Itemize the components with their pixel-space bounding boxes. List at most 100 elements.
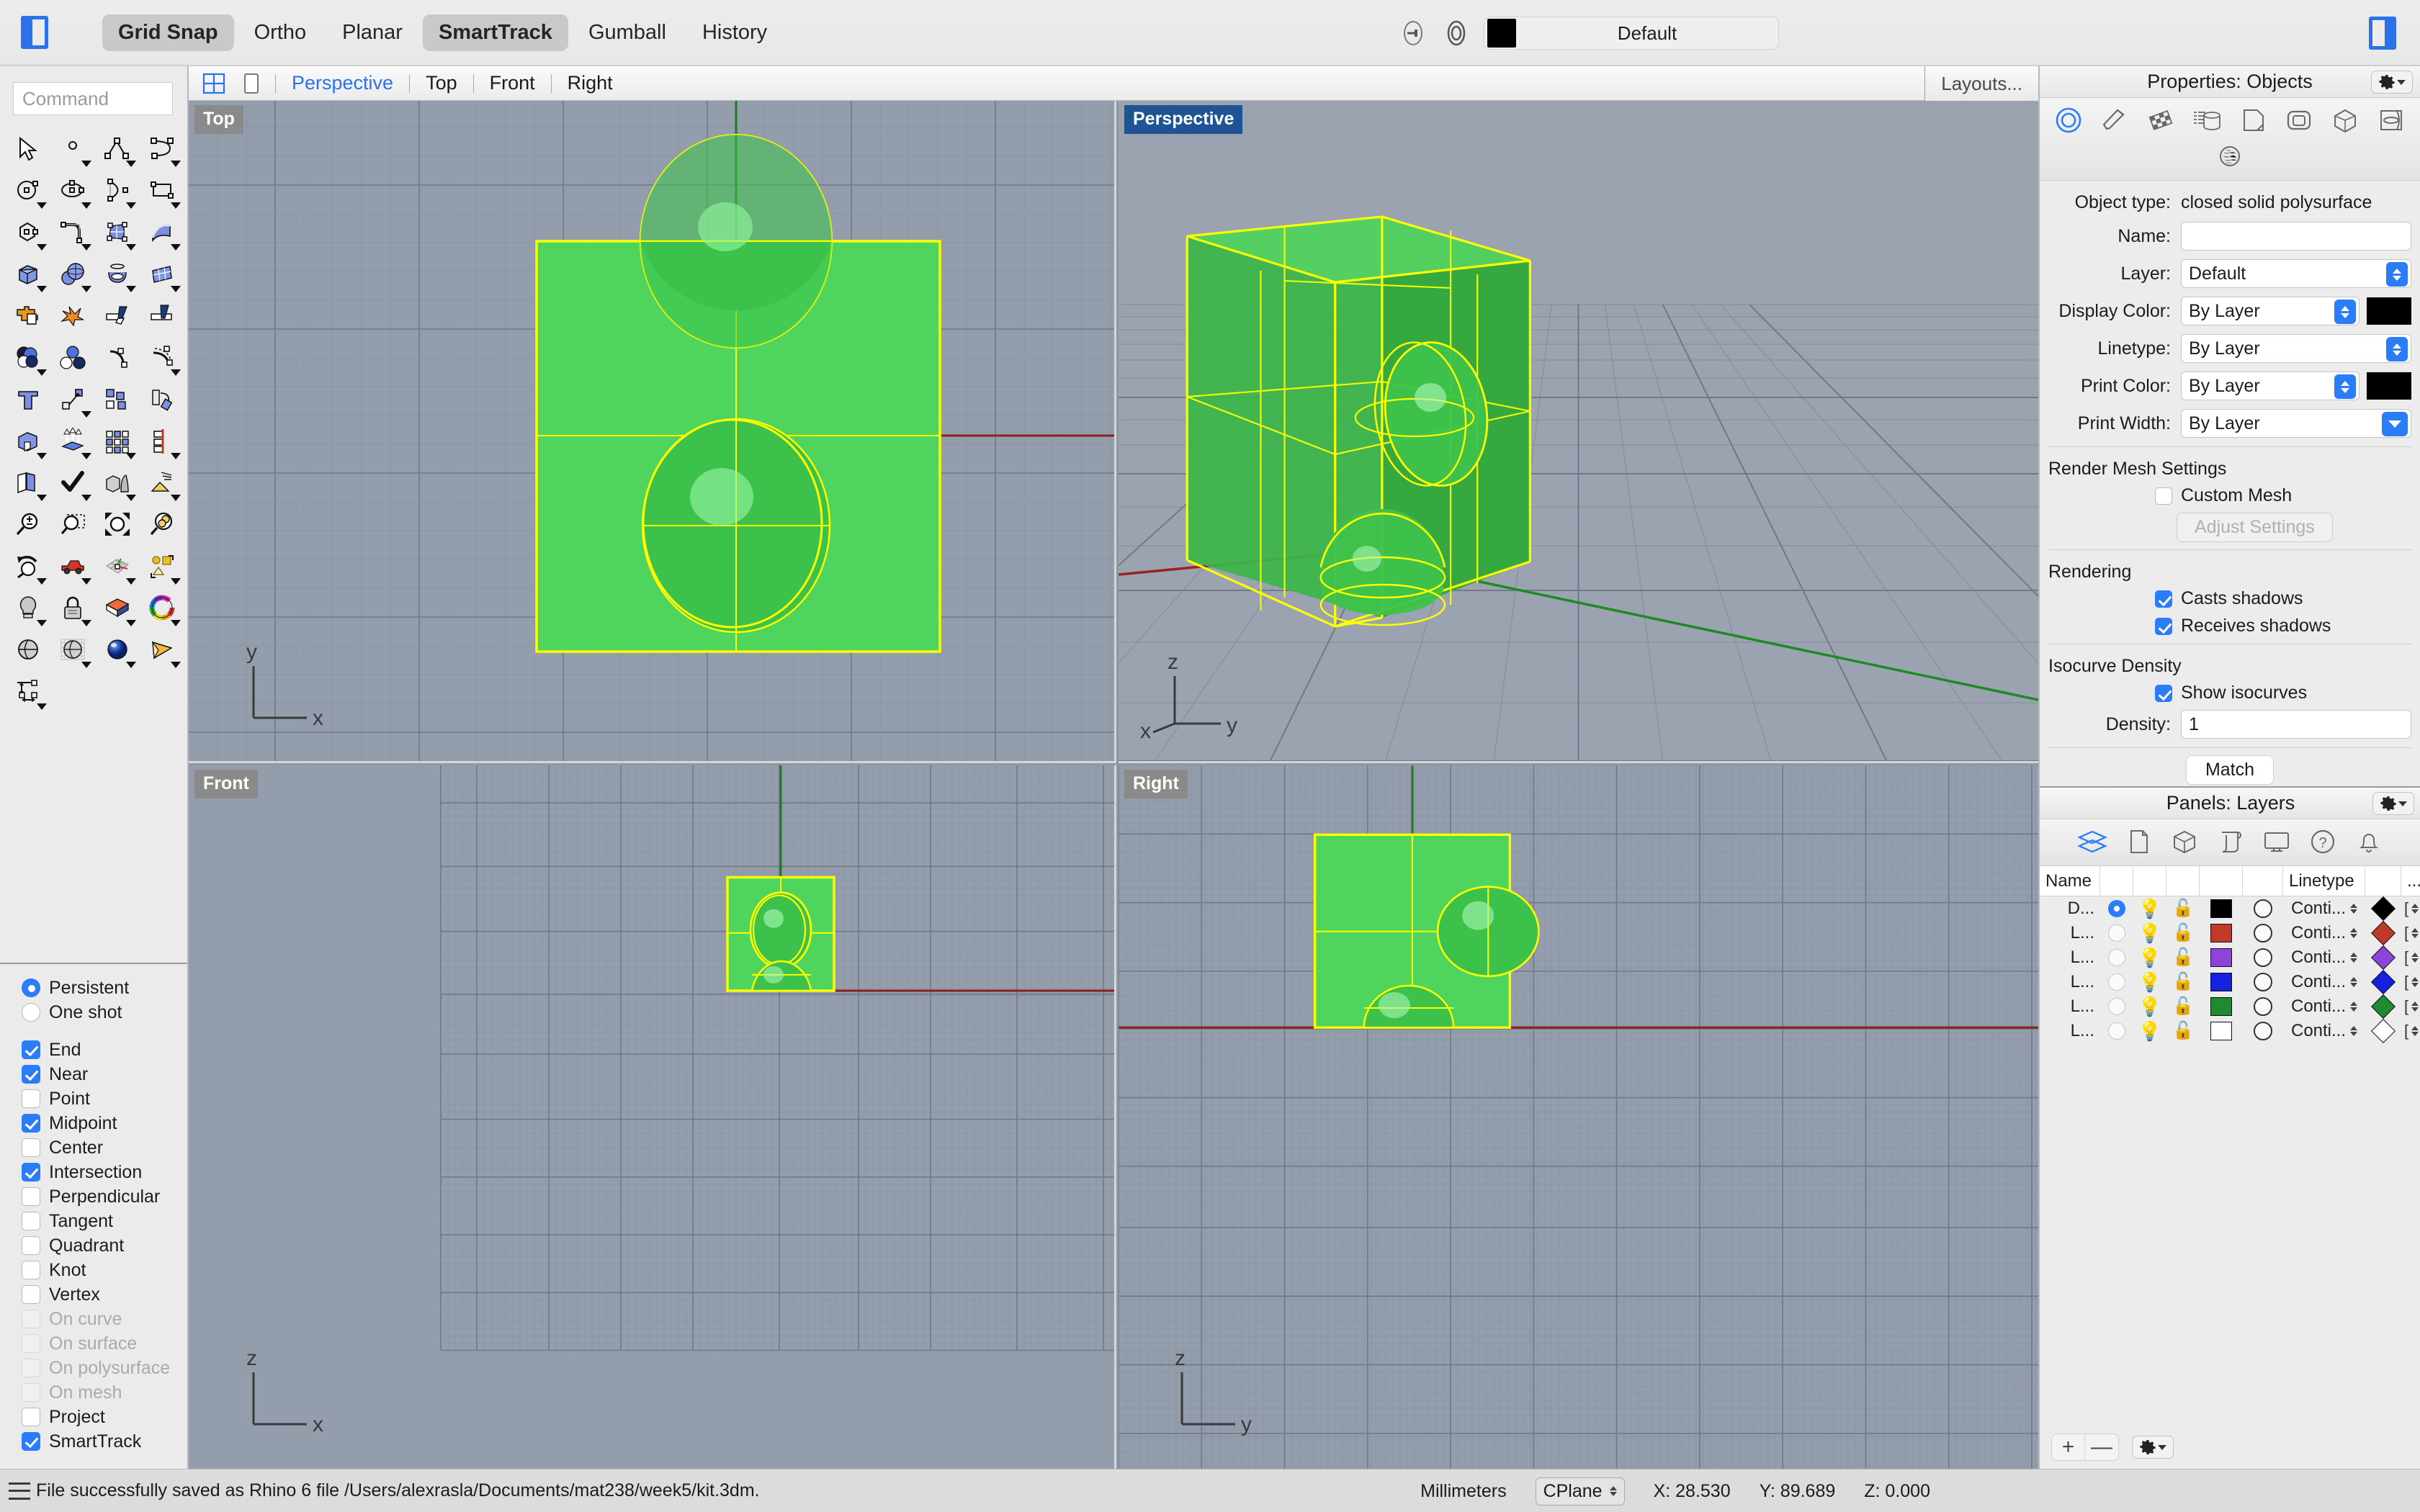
toggle-planar[interactable]: Planar <box>326 14 418 51</box>
viewport-perspective[interactable]: Perspective z x y <box>1119 101 2038 763</box>
render-color-icon[interactable] <box>97 588 138 629</box>
scroll-icon[interactable] <box>2214 825 2247 858</box>
table-row[interactable]: L... 💡 🔓 Conti... [ <box>2040 1019 2420 1043</box>
layer-print-color-swatch[interactable] <box>2371 921 2396 945</box>
right-panel-toggle-button[interactable] <box>2364 14 2401 52</box>
zoom-inout-icon[interactable] <box>7 504 49 546</box>
column-name[interactable]: Name <box>2040 866 2100 896</box>
move-icon[interactable] <box>52 379 94 420</box>
osnap-end[interactable]: End <box>22 1038 187 1062</box>
show-isocurves-row[interactable]: Show isocurves <box>2040 683 2420 703</box>
four-view-icon[interactable] <box>202 71 226 96</box>
light-bulb-icon[interactable] <box>7 588 49 629</box>
viewport-right-label[interactable]: Right <box>1124 770 1188 798</box>
table-row[interactable]: L... 💡 🔓 Conti... [ <box>2040 945 2420 970</box>
linetype-stepper-icon[interactable] <box>2386 337 2408 361</box>
display-list-icon[interactable] <box>2190 104 2223 137</box>
layer-current-radio[interactable] <box>2108 900 2125 917</box>
osnap-perpendicular[interactable]: Perpendicular <box>22 1184 187 1209</box>
layer-color-swatch[interactable] <box>2210 973 2232 991</box>
column-current[interactable] <box>2100 866 2133 896</box>
layer-material-icon[interactable] <box>2254 924 2272 942</box>
layer-lock-icon[interactable] <box>1440 17 1472 49</box>
display-color-stepper-icon[interactable] <box>2334 300 2356 324</box>
lightbulb-icon[interactable]: 💡 <box>2138 924 2161 942</box>
column-linetype[interactable]: Linetype <box>2283 866 2365 896</box>
cplane-grid-icon[interactable] <box>97 546 138 588</box>
extrude-surface-icon[interactable] <box>141 212 183 253</box>
table-row[interactable]: L... 💡 🔓 Conti... [ <box>2040 970 2420 994</box>
layer-material-icon[interactable] <box>2254 973 2272 991</box>
column-more[interactable]: ... <box>2401 866 2420 896</box>
checkmark-icon[interactable] <box>52 462 94 504</box>
layers-stack-icon[interactable] <box>7 462 49 504</box>
linetype-stepper-icon[interactable] <box>2350 953 2358 963</box>
pyramid-pick-icon[interactable] <box>141 462 183 504</box>
color-wheel-icon[interactable] <box>141 588 183 629</box>
column-material[interactable] <box>2243 866 2283 896</box>
linetype-stepper-icon[interactable] <box>2350 928 2358 938</box>
lightbulb-icon[interactable]: 💡 <box>2138 948 2161 967</box>
copy-icon[interactable] <box>97 379 138 420</box>
camera-icon[interactable] <box>141 629 183 671</box>
table-row[interactable]: D... 💡 🔓 Conti... [ <box>2040 896 2420 921</box>
page-icon[interactable] <box>2236 104 2269 137</box>
toggle-grid-snap[interactable]: Grid Snap <box>102 14 234 51</box>
toggle-ortho[interactable]: Ortho <box>238 14 323 51</box>
layer-color-swatch[interactable] <box>2210 1022 2232 1040</box>
osnap-mode-persistent[interactable]: Persistent <box>22 976 187 1000</box>
fillet-curve-icon[interactable] <box>52 212 94 253</box>
toggle-gumball[interactable]: Gumball <box>573 14 682 51</box>
table-row[interactable]: L... 💡 🔓 Conti... [ <box>2040 994 2420 1019</box>
layer-print-color-swatch[interactable] <box>2371 896 2396 921</box>
layer-color-swatch[interactable] <box>2210 948 2232 967</box>
mesh-primitives-icon[interactable] <box>97 462 138 504</box>
trim-icon[interactable] <box>141 295 183 337</box>
toggle-smarttrack[interactable]: SmartTrack <box>422 14 568 51</box>
table-row[interactable]: L... 💡 🔓 Conti... [ <box>2040 921 2420 945</box>
boolean-union-icon[interactable] <box>7 295 49 337</box>
material-icon[interactable] <box>2098 104 2131 137</box>
viewport-top-label[interactable]: Top <box>194 105 243 134</box>
shaded-view-icon[interactable] <box>7 629 49 671</box>
mirror-icon[interactable] <box>141 420 183 462</box>
print-color-swatch[interactable] <box>2367 372 2411 400</box>
print-width-select[interactable]: By Layer <box>2181 409 2411 438</box>
layers-options-button[interactable] <box>2132 1436 2174 1459</box>
layer-print-color-swatch[interactable] <box>2371 994 2396 1019</box>
adjust-settings-button[interactable]: Adjust Settings <box>2177 513 2333 542</box>
layer-current-radio[interactable] <box>2108 949 2125 966</box>
layer-stepper-icon[interactable] <box>2386 262 2408 287</box>
osnap-vertex[interactable]: Vertex <box>22 1282 187 1307</box>
unlock-icon[interactable]: 🔓 <box>2172 924 2194 942</box>
left-panel-toggle-button[interactable] <box>16 14 53 51</box>
layer-visibility-icon[interactable] <box>1397 17 1429 49</box>
lock-icon[interactable] <box>52 588 94 629</box>
ghosted-view-icon[interactable] <box>52 629 94 671</box>
viewport-front-label[interactable]: Front <box>194 770 258 798</box>
document-icon[interactable] <box>2122 825 2155 858</box>
remove-layer-button[interactable]: — <box>2085 1434 2118 1460</box>
texture-ball-icon[interactable] <box>2213 140 2246 173</box>
layouts-button[interactable]: Layouts... <box>1924 66 2038 101</box>
viewport-right[interactable]: Right z y <box>1119 765 2038 1469</box>
arc-icon[interactable] <box>97 170 138 212</box>
print-width-dropdown-icon[interactable] <box>2382 412 2408 436</box>
select-arrow-icon[interactable] <box>7 128 49 170</box>
osnap-mode-one-shot[interactable]: One shot <box>22 1000 187 1025</box>
add-layer-button[interactable]: + <box>2052 1434 2085 1460</box>
name-field[interactable] <box>2181 222 2411 251</box>
offset-dashed-icon[interactable] <box>141 337 183 379</box>
rotate-icon[interactable] <box>141 379 183 420</box>
array-icon[interactable] <box>97 420 138 462</box>
object-properties-icon[interactable] <box>2052 104 2085 137</box>
cplane-stepper-icon[interactable] <box>1609 1486 1617 1496</box>
object-display-icon[interactable] <box>2282 104 2316 137</box>
surface-grid-icon[interactable] <box>141 253 183 295</box>
object-icon[interactable] <box>2168 825 2201 858</box>
unlock-icon[interactable]: 🔓 <box>2172 1022 2194 1040</box>
layer-color-swatch[interactable] <box>2210 997 2232 1016</box>
osnap-knot[interactable]: Knot <box>22 1258 187 1282</box>
layer-current-radio[interactable] <box>2108 1022 2125 1040</box>
layer-material-icon[interactable] <box>2254 997 2272 1016</box>
